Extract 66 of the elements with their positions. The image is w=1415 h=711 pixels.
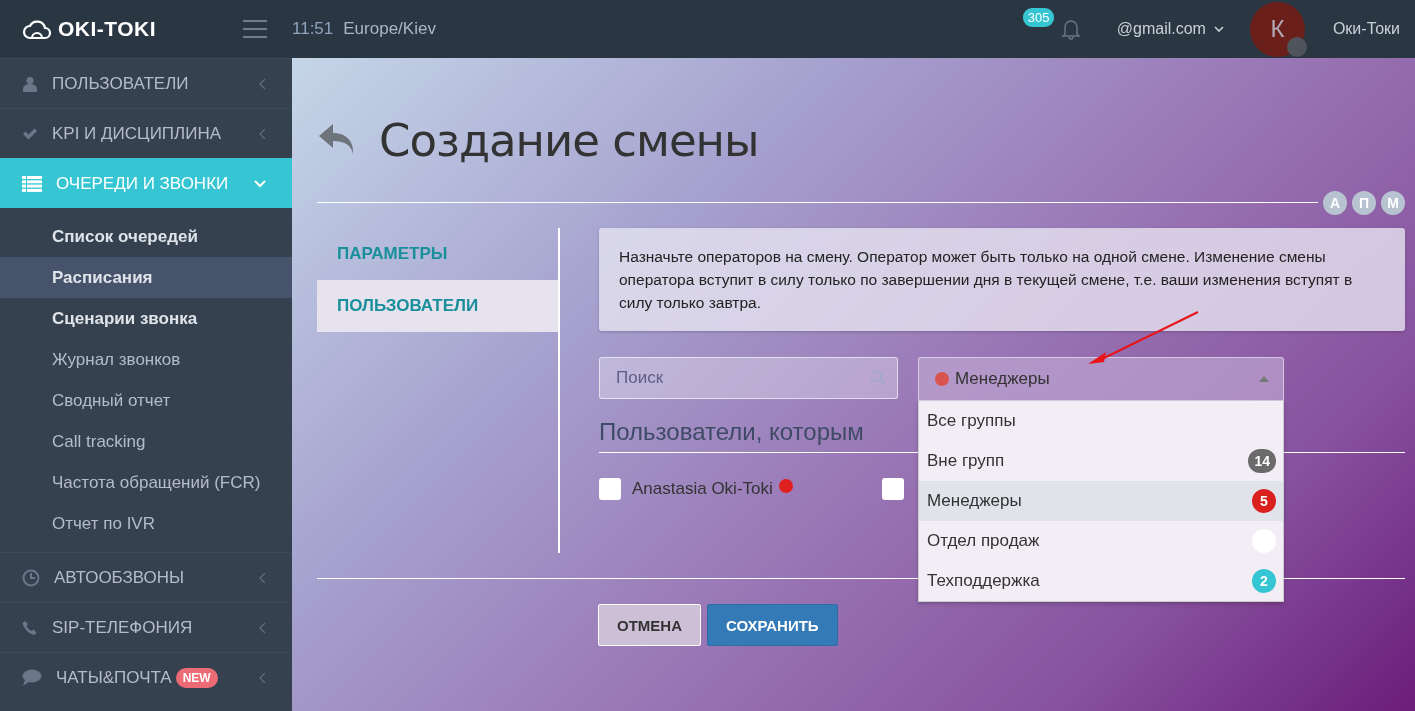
checkbox[interactable] xyxy=(599,478,621,500)
timezone-label: Europe/Kiev xyxy=(343,19,436,39)
sidebar-item[interactable]: ПОЛЬЗОВАТЕЛИ xyxy=(0,58,292,108)
sidebar-label: ОЧЕРЕДИ И ЗВОНКИ xyxy=(56,173,229,194)
info-message: Назначьте операторов на смену. Оператор может быть только на одной смене. Изменение смены оператора вступит в силу только по завершении дня в текущей смене, т.е. ваши изменения вступят в силу только завтра. xyxy=(599,228,1405,331)
caret-icon xyxy=(1213,26,1224,32)
sidebar-item[interactable]: ЧАТЫ&ПОЧТА NEW xyxy=(0,652,292,702)
dropdown-option[interactable]: Менеджеры 5 xyxy=(919,481,1283,521)
bell-icon[interactable] xyxy=(1060,18,1081,40)
count-badge: 14 xyxy=(1248,449,1276,473)
submenu-item[interactable]: Сводный отчет xyxy=(0,380,292,421)
submenu-item[interactable]: Сценарии звонка xyxy=(0,298,292,339)
group-dropdown[interactable]: Менеджеры xyxy=(918,357,1284,401)
clock-icon xyxy=(22,568,40,587)
user-name: Anastasia Oki-Toki xyxy=(632,479,773,499)
option-label: Техподдержка xyxy=(927,571,1040,591)
count-badge: 5 xyxy=(1252,489,1276,513)
chevron-left-icon xyxy=(259,127,266,140)
email-text: @gmail.com xyxy=(1116,20,1206,38)
checkbox[interactable] xyxy=(882,478,904,500)
cloud-logo-icon xyxy=(22,18,52,40)
option-label: Все группы xyxy=(927,411,1016,431)
clock-time: 11:51 xyxy=(292,19,334,39)
list-icon xyxy=(22,175,42,192)
cancel-button[interactable]: ОТМЕНА xyxy=(598,604,701,646)
status-dot xyxy=(1286,36,1307,57)
caret-up-icon xyxy=(1259,376,1269,382)
sidebar-label: ЧАТЫ&ПОЧТА xyxy=(56,667,172,688)
submenu-item[interactable]: Отчет по IVR xyxy=(0,503,292,544)
chevron-left-icon xyxy=(259,671,266,684)
submenu-item[interactable]: Журнал звонков xyxy=(0,339,292,380)
account-email[interactable]: @gmail.com xyxy=(1116,20,1224,38)
option-label: Отдел продаж xyxy=(927,531,1040,551)
submenu-item[interactable]: Частота обращений (FCR) xyxy=(0,462,292,503)
avatar[interactable]: К xyxy=(1249,1,1305,57)
sidebar-label: KPI И ДИСЦИПЛИНА xyxy=(52,123,222,144)
save-button[interactable]: СОХРАНИТЬ xyxy=(707,604,838,646)
chevron-left-icon xyxy=(259,571,266,584)
notification-count: 305 xyxy=(1022,8,1055,27)
option-label: Менеджеры xyxy=(927,491,1022,511)
submenu-item[interactable]: Расписания xyxy=(0,257,292,298)
phone-icon xyxy=(22,619,38,636)
page-title: Создание смены xyxy=(379,113,759,167)
sidebar-label: SIP-ТЕЛЕФОНИЯ xyxy=(52,617,193,638)
option-label: Вне групп xyxy=(927,451,1005,471)
submenu-item[interactable]: Call tracking xyxy=(0,421,292,462)
dropdown-option[interactable]: Отдел продаж xyxy=(919,521,1283,561)
user-icon xyxy=(22,75,38,92)
submenu-item[interactable]: Список очередей xyxy=(0,216,292,257)
dropdown-option[interactable]: Вне групп 14 xyxy=(919,441,1283,481)
dropdown-option[interactable]: Техподдержка 2 xyxy=(919,561,1283,601)
dropdown-option[interactable]: Все группы xyxy=(919,401,1283,441)
sidebar-label: ПОЛЬЗОВАТЕЛИ xyxy=(52,73,189,94)
menu-icon[interactable] xyxy=(243,20,267,38)
sidebar-label: АВТООБЗВОНЫ xyxy=(54,567,185,588)
user-name: Оки-Токи xyxy=(1332,20,1400,38)
chat-bubble-icon xyxy=(22,668,42,687)
chevron-down-icon xyxy=(254,179,266,188)
new-badge: NEW xyxy=(175,667,218,688)
chevron-left-icon xyxy=(259,77,266,90)
search-field[interactable]: Поиск xyxy=(599,357,898,399)
logo-text: OKI-TOKI xyxy=(58,17,157,41)
count-badge: 2 xyxy=(1252,569,1276,593)
tab[interactable]: ПОЛЬЗОВАТЕЛИ xyxy=(317,280,558,332)
avatar-initial: К xyxy=(1270,15,1285,43)
chevron-left-icon xyxy=(259,621,266,634)
